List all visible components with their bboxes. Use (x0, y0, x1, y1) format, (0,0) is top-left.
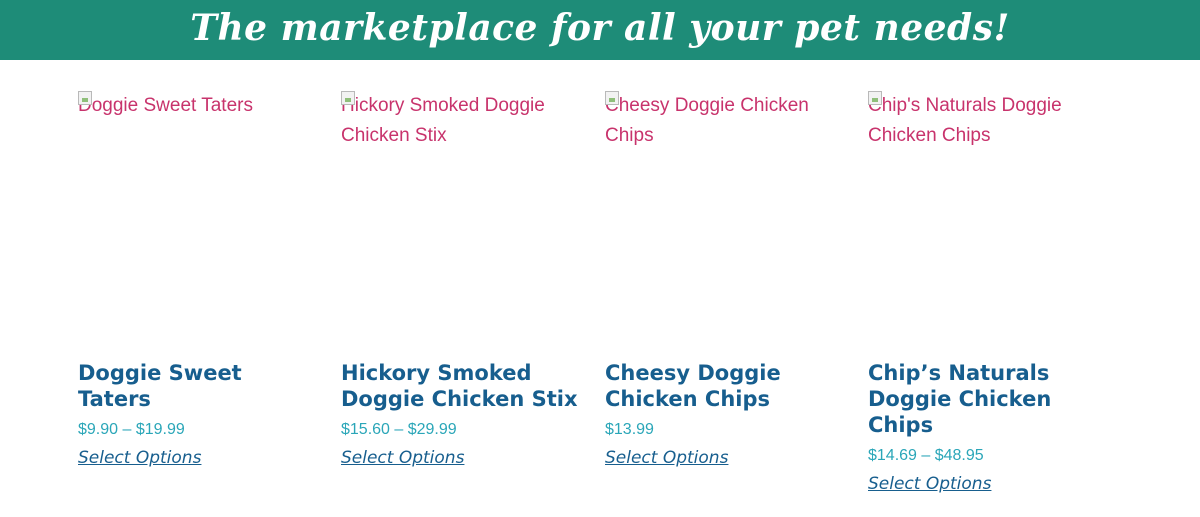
product-image[interactable]: Doggie Sweet Taters (78, 60, 318, 350)
select-options-link[interactable]: Select Options (341, 448, 464, 468)
product-price: $13.99 (605, 421, 654, 438)
product-card: Chip's Naturals Doggie Chicken Chips Chi… (868, 60, 1108, 494)
broken-image-icon (78, 91, 92, 105)
product-grid: Doggie Sweet Taters Doggie Sweet Taters … (0, 60, 1200, 517)
product-price: $15.60 – $29.99 (341, 421, 457, 438)
product-image-alt-text: Cheesy Doggie Chicken Chips (605, 95, 809, 146)
product-image-alt-text: Chip's Naturals Doggie Chicken Chips (868, 95, 1062, 146)
product-title[interactable]: Chip’s Naturals Doggie Chicken Chips (868, 360, 1108, 438)
product-title[interactable]: Cheesy Doggie Chicken Chips (605, 360, 845, 412)
product-image-alt-text: Doggie Sweet Taters (78, 95, 253, 116)
product-price: $14.69 – $48.95 (868, 447, 984, 464)
product-image-alt-text: Hickory Smoked Doggie Chicken Stix (341, 95, 545, 146)
banner-title: The marketplace for all your pet needs! (190, 7, 1010, 49)
broken-image-icon (868, 91, 882, 105)
product-price: $9.90 – $19.99 (78, 421, 185, 438)
product-title[interactable]: Doggie Sweet Taters (78, 360, 318, 412)
select-options-link[interactable]: Select Options (868, 474, 991, 494)
select-options-link[interactable]: Select Options (78, 448, 201, 468)
broken-image-icon (605, 91, 619, 105)
product-image[interactable]: Hickory Smoked Doggie Chicken Stix (341, 60, 581, 350)
product-image[interactable]: Chip's Naturals Doggie Chicken Chips (868, 60, 1108, 350)
product-title[interactable]: Hickory Smoked Doggie Chicken Stix (341, 360, 581, 412)
broken-image-icon (341, 91, 355, 105)
product-card: Hickory Smoked Doggie Chicken Stix Hicko… (341, 60, 581, 468)
product-card: Doggie Sweet Taters Doggie Sweet Taters … (78, 60, 318, 468)
product-image[interactable]: Cheesy Doggie Chicken Chips (605, 60, 845, 350)
product-card: Cheesy Doggie Chicken Chips Cheesy Doggi… (605, 60, 845, 468)
select-options-link[interactable]: Select Options (605, 448, 728, 468)
header-banner: The marketplace for all your pet needs! (0, 0, 1200, 60)
